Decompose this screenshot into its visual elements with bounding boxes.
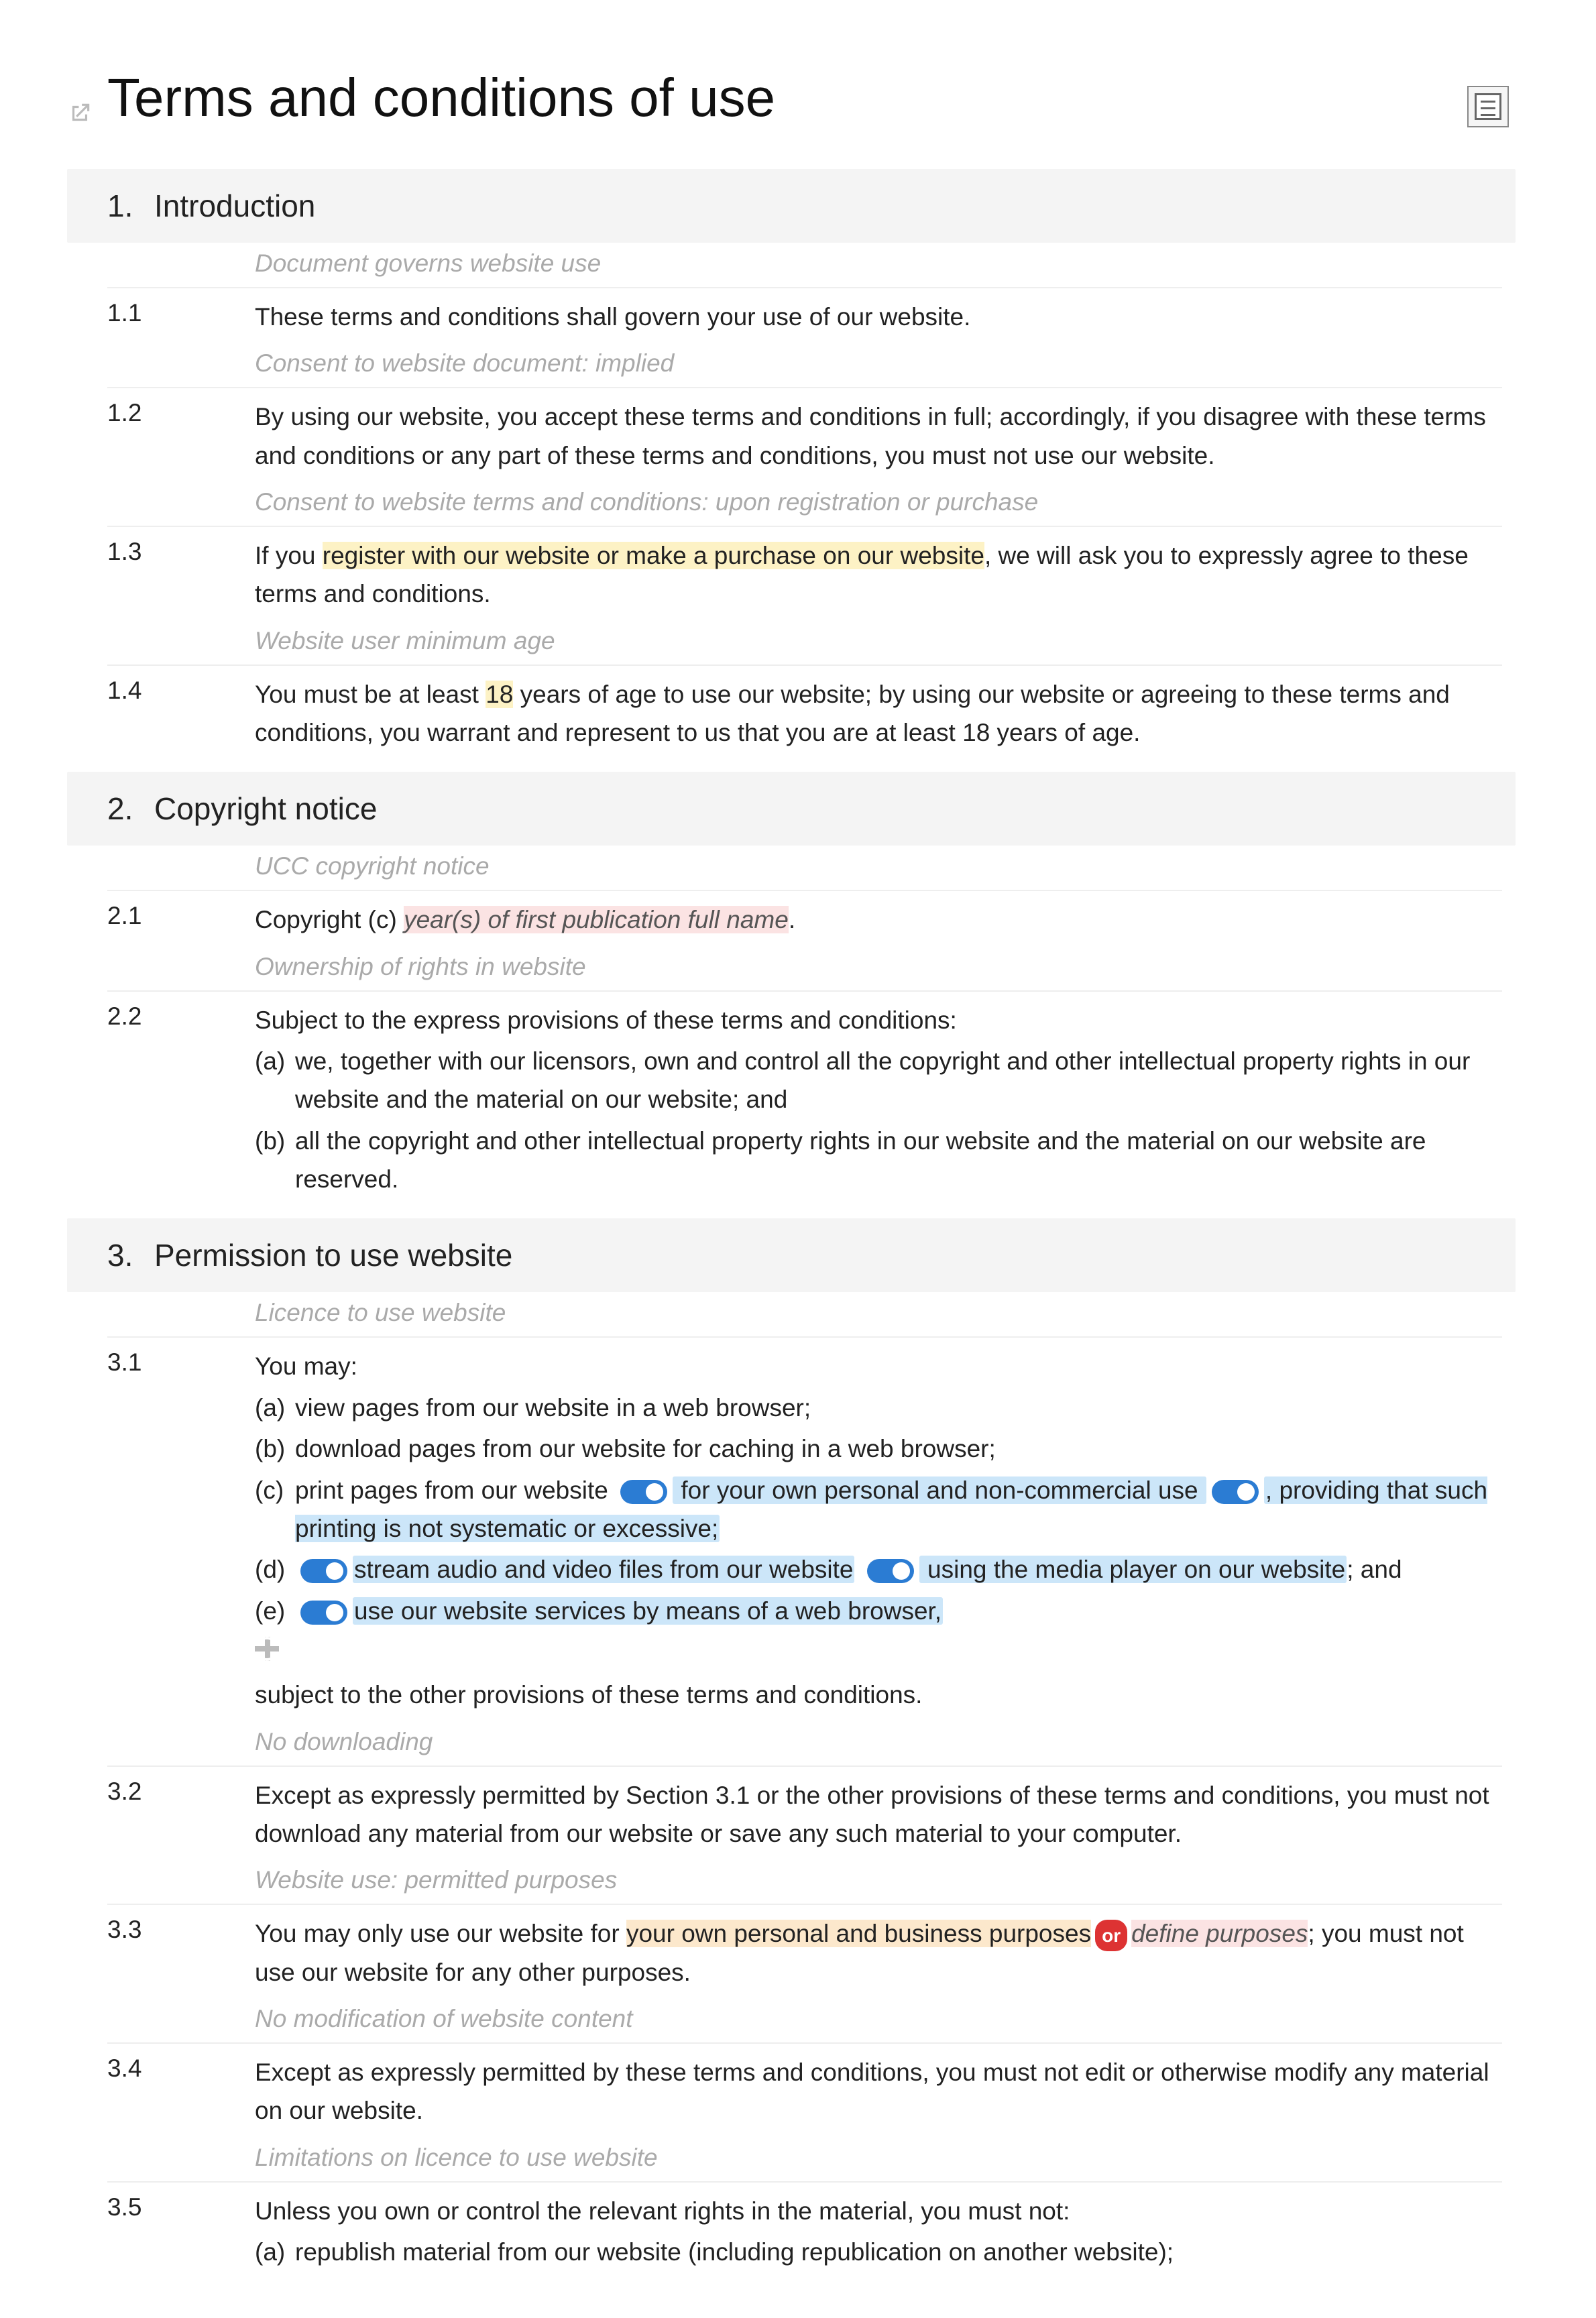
annotation: Website use: permitted purposes <box>107 1859 1502 1905</box>
toggle-switch[interactable] <box>620 1480 667 1504</box>
page-title: Terms and conditions of use <box>107 67 1516 129</box>
annotation: Document governs website use <box>107 243 1502 288</box>
clause-body: Unless you own or control the relevant r… <box>255 2192 1502 2272</box>
annotation: No modification of website content <box>107 1998 1502 2044</box>
clause: 3.1 You may: (a)view pages from our webs… <box>107 1338 1502 1721</box>
section-header: 1. Introduction <box>67 169 1516 243</box>
clause-body: You may only use our website for your ow… <box>255 1914 1502 1991</box>
clause-number: 3.4 <box>107 2053 255 2083</box>
annotation: Limitations on licence to use website <box>107 2137 1502 2183</box>
clause-tail: subject to the other provisions of these… <box>255 1676 1502 1714</box>
clause-number: 1.2 <box>107 398 255 427</box>
clause: 1.2 By using our website, you accept the… <box>107 388 1502 481</box>
clause-number: 2.1 <box>107 901 255 930</box>
annotation: UCC copyright notice <box>107 846 1502 891</box>
annotation: Ownership of rights in website <box>107 946 1502 992</box>
clause: 3.3 You may only use our website for you… <box>107 1905 1502 1998</box>
clause-body: These terms and conditions shall govern … <box>255 298 1502 336</box>
clause-number: 1.3 <box>107 536 255 566</box>
section-title: Permission to use website <box>154 1237 512 1273</box>
section-number: 2. <box>67 791 154 827</box>
sub-clause: (a)republish material from our website (… <box>255 2233 1502 2271</box>
placeholder-field[interactable]: define purposes <box>1131 1920 1308 1947</box>
clause: 1.4 You must be at least 18 years of age… <box>107 666 1502 759</box>
sub-clause: (c)print pages from our website for your… <box>255 1471 1502 1548</box>
clause-body: You may: (a)view pages from our website … <box>255 1347 1502 1714</box>
clause-body: You must be at least 18 years of age to … <box>255 675 1502 752</box>
clause-body: By using our website, you accept these t… <box>255 398 1502 475</box>
clause-number: 3.3 <box>107 1914 255 1944</box>
optional-text[interactable]: for your own personal and non-commercial… <box>673 1476 1206 1504</box>
annotation: Consent to website terms and conditions:… <box>107 481 1502 527</box>
clause-body: Except as expressly permitted by Section… <box>255 1776 1502 1853</box>
clause-number: 3.1 <box>107 1347 255 1377</box>
annotation: No downloading <box>107 1721 1502 1767</box>
clause-number: 2.2 <box>107 1001 255 1031</box>
clause: 3.4 Except as expressly permitted by the… <box>107 2044 1502 2137</box>
section-number: 1. <box>67 188 154 224</box>
toggle-switch[interactable] <box>300 1559 347 1583</box>
clause-body: If you register with our website or make… <box>255 536 1502 614</box>
toggle-switch[interactable] <box>300 1601 347 1625</box>
annotation: Licence to use website <box>107 1292 1502 1338</box>
section-title: Copyright notice <box>154 791 377 827</box>
clause: 1.1 These terms and conditions shall gov… <box>107 288 1502 343</box>
sub-clause: (d)stream audio and video files from our… <box>255 1550 1502 1588</box>
annotation: Website user minimum age <box>107 620 1502 666</box>
optional-text[interactable]: stream audio and video files from our we… <box>353 1556 854 1583</box>
section-title: Introduction <box>154 188 315 224</box>
clause-body: Subject to the express provisions of the… <box>255 1001 1502 1199</box>
editable-field[interactable]: 18 <box>486 681 513 708</box>
or-pill[interactable]: or <box>1095 1920 1127 1951</box>
optional-text[interactable]: use our website services by means of a w… <box>353 1597 943 1625</box>
clause-body: Except as expressly permitted by these t… <box>255 2053 1502 2130</box>
clause: 3.2 Except as expressly permitted by Sec… <box>107 1767 1502 1860</box>
clause-number: 3.2 <box>107 1776 255 1806</box>
toc-icon[interactable] <box>1467 86 1509 127</box>
section-number: 3. <box>67 1237 154 1273</box>
sub-clause: (a)view pages from our website in a web … <box>255 1389 1502 1427</box>
toggle-switch[interactable] <box>1212 1480 1259 1504</box>
annotation: Consent to website document: implied <box>107 343 1502 388</box>
clause: 1.3 If you register with our website or … <box>107 527 1502 620</box>
clause: 2.2 Subject to the express provisions of… <box>107 992 1502 1206</box>
section-header: 2. Copyright notice <box>67 772 1516 846</box>
clause-number: 3.5 <box>107 2192 255 2221</box>
sub-clause: (b)all the copyright and other intellect… <box>255 1122 1502 1199</box>
editable-field[interactable]: register with our website or make a purc… <box>323 542 984 569</box>
clause-number: 1.4 <box>107 675 255 705</box>
clause-number: 1.1 <box>107 298 255 327</box>
clause: 2.1 Copyright (c) year(s) of first publi… <box>107 891 1502 945</box>
placeholder-field[interactable]: year(s) of first publication full name <box>404 906 789 933</box>
clause: 3.5 Unless you own or control the releva… <box>107 2183 1502 2278</box>
section-header: 3. Permission to use website <box>67 1218 1516 1292</box>
editable-field[interactable]: your own personal and business purposes <box>626 1920 1091 1947</box>
external-link-icon[interactable] <box>67 101 93 126</box>
sub-clause: (a)we, together with our licensors, own … <box>255 1042 1502 1119</box>
sub-clause: (b)download pages from our website for c… <box>255 1430 1502 1468</box>
clause-body: Copyright (c) year(s) of first publicati… <box>255 901 1502 939</box>
toggle-switch[interactable] <box>867 1559 914 1583</box>
optional-text[interactable]: using the media player on our website <box>919 1556 1347 1583</box>
sub-clause: (e)use our website services by means of … <box>255 1592 1502 1630</box>
add-icon[interactable] <box>255 1637 279 1661</box>
